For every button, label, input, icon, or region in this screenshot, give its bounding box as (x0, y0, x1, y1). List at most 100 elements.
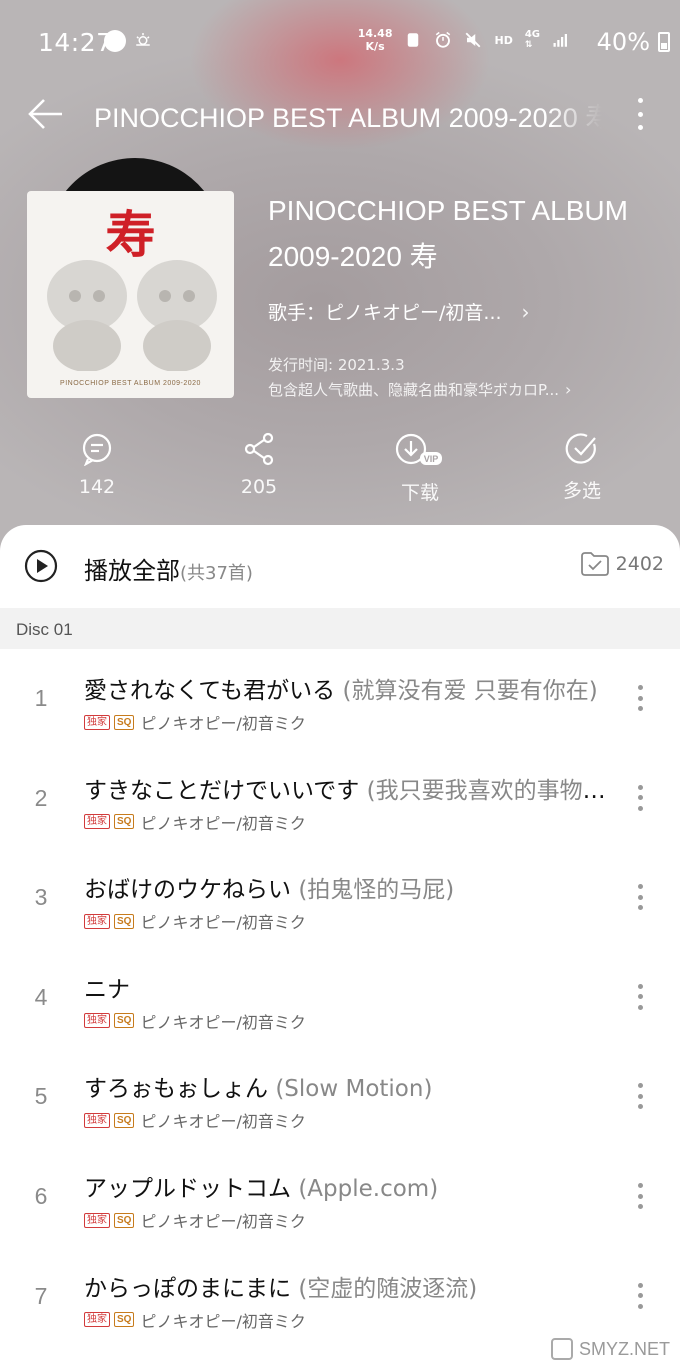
description-text: 包含超人气歌曲、隐藏名曲和豪华ボカロP... (268, 381, 560, 399)
sq-badge: SQ (114, 714, 135, 730)
comment-icon (82, 433, 112, 466)
track-row[interactable]: 3 おばけのウケねらい (拍鬼怪的马屁) 独家 SQ ピノキオピー/初音ミク (0, 848, 680, 948)
album-cover[interactable]: 寿 PINOCCHIOP BEST ALBUM 2009-2020 (27, 191, 234, 398)
track-count: (共37首) (180, 563, 253, 584)
track-row[interactable]: 2 すきなことだけでいいです (我只要我喜欢的事物就好) 独家 SQ ピノキオピ… (0, 749, 680, 849)
cover-art-figures (47, 260, 217, 371)
collect-button[interactable]: 2402 (580, 551, 664, 577)
track-number: 2 (34, 784, 48, 811)
track-number: 4 (34, 983, 48, 1010)
track-number: 1 (34, 685, 48, 711)
track-title-main: すろぉもぉしょん (84, 1076, 268, 1103)
album-description[interactable]: 包含超人气歌曲、隐藏名曲和豪华ボカロP... › (268, 379, 650, 400)
chevron-right-icon: › (565, 380, 572, 399)
weather-icon (136, 33, 150, 46)
download-button[interactable]: VIP 下载 (370, 432, 470, 505)
net-speed-value: 14.48 (357, 27, 393, 40)
watermark-text: SMYZ.NET (578, 1338, 670, 1359)
play-all-row[interactable]: 播放全部(共37首) 2402 (0, 525, 680, 608)
recycle-icon (408, 33, 419, 47)
track-title: 愛されなくても君がいる (就算没有爱 只要有你在) (84, 671, 614, 705)
collect-count: 2402 (615, 553, 664, 575)
track-title-translation: (Slow Motion) (275, 1076, 433, 1103)
track-list-panel: 播放全部(共37首) 2402 Disc 01 1 愛されなくても君がいる (就… (0, 525, 680, 1368)
track-more-icon[interactable] (630, 1081, 650, 1111)
track-title-translation: (我只要我喜欢的事物就好) (366, 777, 614, 804)
comments-button[interactable]: 142 (47, 432, 147, 498)
play-circle-icon[interactable] (24, 549, 58, 583)
release-date: 发行时间: 2021.3.3 (268, 356, 405, 374)
sq-badge: SQ (114, 1212, 135, 1228)
track-row[interactable]: 5 すろぉもぉしょん (Slow Motion) 独家 SQ ピノキオピー/初音… (0, 1047, 680, 1147)
mute-icon (466, 32, 481, 48)
play-all-label[interactable]: 播放全部(共37首) (84, 551, 253, 586)
track-row[interactable]: 1 愛されなくても君がいる (就算没有爱 只要有你在) 独家 SQ ピノキオピー… (0, 649, 680, 749)
nav-title: PINOCCHIOP BEST ALBUM 2009-2020 寿 (94, 103, 602, 133)
multi-select-icon (565, 433, 596, 464)
album-actions: 142 205 VIP 下载 多选 (0, 432, 680, 512)
track-number: 5 (34, 1083, 48, 1110)
track-title-main: アップルドットコム (84, 1176, 291, 1202)
net-speed: 14.48 K/s (358, 27, 393, 53)
net-arrows: ⇅ (524, 40, 533, 50)
track-title: アップルドットコム (Apple.com) (84, 1169, 614, 1203)
exclusive-badge: 独家 (84, 1212, 110, 1228)
battery-level: 40% (596, 28, 650, 56)
track-artist: ピノキオピー/初音ミク (140, 1212, 306, 1231)
svg-text:VIP: VIP (424, 454, 439, 464)
download-label: 下载 (400, 482, 439, 504)
track-more-icon[interactable] (630, 1181, 650, 1211)
alarm-icon (436, 31, 451, 48)
track-meta: 独家 SQ ピノキオピー/初音ミク (84, 1009, 306, 1033)
track-meta: 独家 SQ ピノキオピー/初音ミク (84, 1108, 306, 1132)
track-row[interactable]: 4 ニナ 独家 SQ ピノキオピー/初音ミク (0, 948, 680, 1048)
track-more-icon[interactable] (630, 982, 650, 1012)
track-more-icon[interactable] (630, 1281, 650, 1311)
exclusive-badge: 独家 (84, 714, 110, 730)
download-vip-icon: VIP (395, 433, 442, 465)
track-number: 7 (34, 1282, 48, 1309)
share-button[interactable]: 205 (209, 432, 309, 498)
sq-badge: SQ (114, 1013, 135, 1029)
track-more-icon[interactable] (630, 882, 650, 912)
track-artist: ピノキオピー/初音ミク (140, 813, 306, 833)
track-title: すろぉもぉしょん (Slow Motion) (84, 1069, 614, 1103)
sq-badge: SQ (114, 1312, 135, 1328)
status-time: 14:27 (38, 28, 113, 57)
net-type-label: 4G (524, 29, 540, 40)
track-title: ニナ (84, 970, 614, 1004)
artist-link[interactable]: 歌手：ピノキオピー/初音... › (268, 298, 530, 325)
track-title-translation: (空虚的随波逐流) (298, 1275, 478, 1302)
disc-header: Disc 01 (0, 608, 680, 649)
exclusive-badge: 独家 (84, 1312, 110, 1328)
watermark: SMYZ.NET (550, 1338, 670, 1360)
album-title-line1: PINOCCHIOP BEST ALBUM (268, 195, 628, 226)
hd-label: HD (494, 33, 513, 47)
status-system-icons: 14.48 K/s HD 4G ⇅ (358, 27, 570, 53)
folder-check-icon (580, 552, 609, 576)
cover-caption: PINOCCHIOP BEST ALBUM 2009-2020 (60, 380, 201, 387)
play-all-text: 播放全部 (84, 557, 180, 585)
top-nav: PINOCCHIOP BEST ALBUM 2009-2020 寿 (0, 88, 680, 140)
app-notification-icon (104, 30, 126, 52)
status-bar: 14:27 14.48 K/s HD 4G ⇅ 40% (0, 0, 680, 86)
track-title: おばけのウケねらい (拍鬼怪的马屁) (84, 870, 614, 904)
watermark-logo-icon (550, 1338, 573, 1360)
comments-count: 142 (78, 476, 116, 498)
track-more-icon[interactable] (630, 683, 650, 713)
back-arrow-icon[interactable] (26, 96, 66, 132)
more-menu-icon[interactable] (630, 94, 650, 134)
net-speed-unit: K/s (365, 40, 385, 53)
share-icon (244, 432, 274, 466)
track-number: 3 (34, 884, 48, 911)
track-more-icon[interactable] (630, 783, 650, 813)
track-title-main: すきなことだけでいいです (84, 777, 360, 804)
multi-select-button[interactable]: 多选 (532, 432, 632, 503)
track-row[interactable]: 6 アップルドットコム (Apple.com) 独家 SQ ピノキオピー/初音ミ… (0, 1147, 680, 1247)
track-artist: ピノキオピー/初音ミク (140, 1112, 306, 1132)
track-row[interactable]: 7 からっぽのまにまに (空虚的随波逐流) 独家 SQ ピノキオピー/初音ミク (0, 1247, 680, 1347)
track-artist: ピノキオピー/初音ミク (140, 1311, 306, 1331)
track-title-main: 愛されなくても君がいる (84, 678, 336, 704)
exclusive-badge: 独家 (84, 814, 110, 830)
disc-label: Disc 01 (16, 620, 73, 639)
